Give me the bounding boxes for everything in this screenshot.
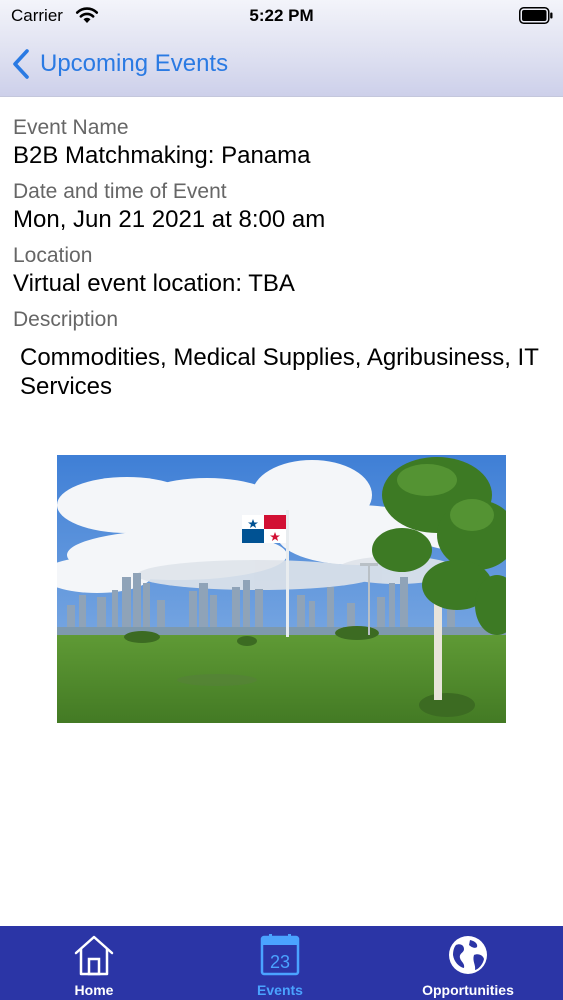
event-name-label: Event Name — [13, 116, 129, 139]
tab-events[interactable]: 23 Events — [246, 926, 314, 1000]
event-image — [57, 455, 506, 723]
tab-events-label: Events — [257, 982, 303, 998]
event-date: Mon, Jun 21 2021 at 8:00 am — [13, 206, 326, 233]
event-name: B2B Matchmaking: Panama — [13, 142, 311, 169]
event-location: Virtual event location: TBA — [13, 270, 295, 297]
panama-flag — [242, 515, 286, 543]
event-date-label: Date and time of Event — [13, 180, 227, 203]
tab-home-label: Home — [74, 982, 114, 998]
chevron-left-icon — [13, 49, 29, 79]
tab-opportunities-label: Opportunities — [422, 982, 514, 998]
event-description: Commodities, Medical Supplies, Agribusin… — [20, 344, 539, 400]
calendar-icon: 23 — [260, 934, 300, 976]
tab-opportunities[interactable]: Opportunities — [413, 926, 523, 1000]
back-button[interactable]: Upcoming Events — [10, 46, 228, 82]
status-bar: Carrier 5:22 PM — [0, 0, 563, 32]
home-icon — [74, 935, 114, 976]
event-description-label: Description — [13, 308, 119, 331]
event-location-label: Location — [13, 244, 93, 267]
back-button-label: Upcoming Events — [40, 50, 229, 77]
calendar-badge: 23 — [270, 952, 290, 972]
battery-icon — [519, 7, 553, 24]
globe-icon — [449, 936, 487, 974]
top-bar: Carrier 5:22 PM Upcoming Events — [0, 0, 563, 97]
tab-bar: Home 23 Events Opportunities — [0, 926, 563, 1000]
clock: 5:22 PM — [249, 6, 314, 25]
event-details: Event Name B2B Matchmaking: Panama Date … — [13, 115, 553, 401]
tab-home[interactable]: Home — [60, 926, 128, 1000]
